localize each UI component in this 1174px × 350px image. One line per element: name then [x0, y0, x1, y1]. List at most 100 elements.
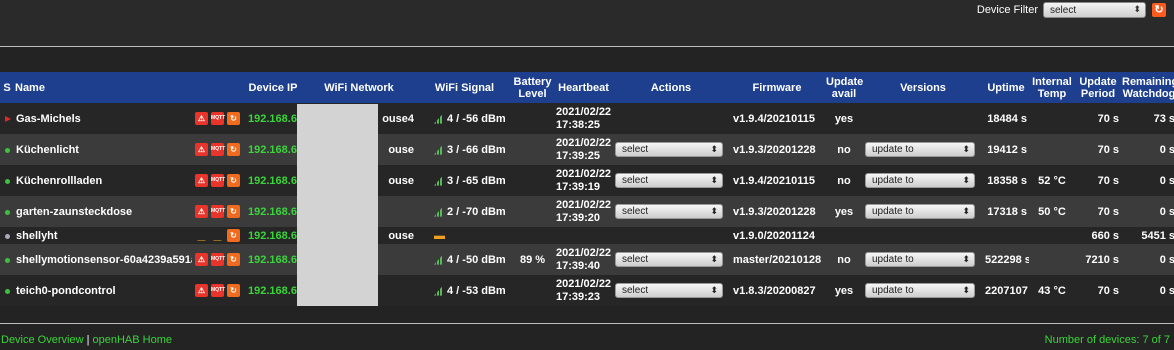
version-select[interactable]: update to ⬍: [865, 142, 975, 157]
internal-temp: [1029, 134, 1075, 165]
col-battery[interactable]: Battery Level: [511, 72, 554, 103]
update-avail: yes: [825, 103, 863, 134]
device-ip[interactable]: 192.168.6: [246, 196, 300, 227]
col-uptime[interactable]: Uptime: [983, 72, 1029, 103]
firmware: v1.9.3/20201228: [729, 196, 825, 227]
alert-icon[interactable]: ⚠: [195, 174, 208, 187]
device-ip[interactable]: 192.168.6: [246, 227, 300, 244]
alert-icon[interactable]: ⚠: [195, 284, 208, 297]
restart-icon[interactable]: ↻: [227, 112, 240, 125]
select-caret-icon: ⬍: [710, 254, 718, 264]
actions-cell: [613, 227, 729, 244]
heartbeat: 2021/02/22 17:38:25: [554, 103, 613, 134]
device-ip[interactable]: 192.168.6: [246, 275, 300, 306]
update-period: 70 s: [1075, 275, 1121, 306]
actions-cell: select ⬍: [613, 134, 729, 165]
col-versions: Versions: [863, 72, 983, 103]
col-temp[interactable]: Internal Temp: [1029, 72, 1075, 103]
table-row: teich0-pondcontrol ⚠ MQTT ↻ 192.168.6 4 / -53…: [0, 275, 1174, 306]
alert-icon[interactable]: ⚠: [195, 253, 208, 266]
action-select[interactable]: select ⬍: [615, 173, 723, 188]
wifi-signal-icon: [434, 285, 443, 296]
wifi-signal: 3 / -66 dBm: [418, 134, 511, 165]
col-ip[interactable]: Device IP: [246, 72, 300, 103]
col-wifi[interactable]: WiFi Network: [300, 72, 418, 103]
restart-icon[interactable]: ↻: [227, 284, 240, 297]
wifi-signal: 3 / -65 dBm: [418, 165, 511, 196]
action-select[interactable]: select ⬍: [615, 252, 723, 267]
mqtt-icon[interactable]: MQTT: [211, 284, 225, 297]
col-s[interactable]: S: [0, 72, 14, 103]
device-ip[interactable]: 192.168.6: [246, 165, 300, 196]
device-icons: ⚠ MQTT ↻: [192, 134, 246, 165]
internal-temp: [1029, 244, 1075, 275]
device-name[interactable]: teich0-pondcontrol: [14, 275, 192, 306]
dash-icon: ▬: [434, 229, 445, 242]
alert-icon[interactable]: ⚠: [195, 205, 208, 218]
footer-links: Device Overview | openHAB Home: [1, 334, 172, 346]
heartbeat-date: 2021/02/22: [556, 277, 612, 290]
device-ip[interactable]: 192.168.6: [246, 134, 300, 165]
device-filter-value: select: [1050, 5, 1077, 16]
restart-icon[interactable]: ↻: [227, 253, 240, 266]
refresh-icon[interactable]: ↻: [1152, 3, 1166, 17]
mqtt-icon[interactable]: MQTT: [211, 174, 225, 187]
col-name[interactable]: Name: [14, 72, 192, 103]
device-name[interactable]: Küchenlicht: [14, 134, 192, 165]
version-select[interactable]: update to ⬍: [865, 173, 975, 188]
col-firmware[interactable]: Firmware: [729, 72, 825, 103]
col-period[interactable]: Update Period: [1075, 72, 1121, 103]
col-icons: [192, 72, 246, 103]
col-update[interactable]: Update avail: [825, 72, 863, 103]
internal-temp: [1029, 227, 1075, 244]
table-row: garten-zaunsteckdose ⚠ MQTT ↻ 192.168.6 2 / -…: [0, 196, 1174, 227]
status-icon: [5, 178, 10, 184]
mqtt-icon[interactable]: MQTT: [211, 143, 225, 156]
mqtt-icon[interactable]: MQTT: [211, 205, 225, 218]
remaining-watchdog: 0 s: [1121, 244, 1174, 275]
versions-cell: update to ⬍: [863, 196, 983, 227]
wifi-signal: 2 / -70 dBm: [418, 196, 511, 227]
internal-temp: 43 °C: [1029, 275, 1075, 306]
action-select[interactable]: select ⬍: [615, 142, 723, 157]
col-heartbeat[interactable]: Heartbeat: [554, 72, 613, 103]
actions-cell: [613, 103, 729, 134]
uptime: 17318 s: [983, 196, 1029, 227]
openhab-home-link[interactable]: openHAB Home: [93, 334, 173, 346]
mqtt-icon[interactable]: MQTT: [211, 112, 225, 125]
restart-icon[interactable]: ↻: [227, 143, 240, 156]
device-name[interactable]: Küchenrollladen: [14, 165, 192, 196]
select-caret-icon: ⬍: [710, 175, 718, 185]
restart-icon[interactable]: ↻: [227, 229, 240, 242]
action-select[interactable]: select ⬍: [615, 204, 723, 219]
restart-icon[interactable]: ↻: [227, 205, 240, 218]
device-name[interactable]: shellymotionsensor-60a4239a591a: [14, 244, 192, 275]
device-filter-select[interactable]: select ⬍: [1043, 2, 1146, 18]
device-icons: _ _ ↻: [192, 227, 246, 244]
device-name[interactable]: shellyht: [14, 227, 192, 244]
device-overview-link[interactable]: Device Overview: [1, 334, 84, 346]
actions-cell: select ⬍: [613, 165, 729, 196]
col-watchdog[interactable]: Remaining Watchdog: [1121, 72, 1174, 103]
firmware: v1.9.4/20210115: [729, 165, 825, 196]
remaining-watchdog: 0 s: [1121, 196, 1174, 227]
wifi-signal-value: 4 / -50 dBm: [447, 253, 506, 266]
restart-icon[interactable]: ↻: [227, 174, 240, 187]
action-select[interactable]: select ⬍: [615, 283, 723, 298]
select-caret-icon: ⬍: [1133, 4, 1141, 14]
device-name[interactable]: garten-zaunsteckdose: [14, 196, 192, 227]
version-select[interactable]: update to ⬍: [865, 204, 975, 219]
device-ip[interactable]: 192.168.6: [246, 244, 300, 275]
mqtt-icon[interactable]: MQTT: [211, 253, 225, 266]
device-name[interactable]: Gas-Michels: [14, 103, 192, 134]
wifi-signal-value: 3 / -66 dBm: [447, 143, 506, 156]
col-signal[interactable]: WiFi Signal: [418, 72, 511, 103]
status-icon: [5, 288, 10, 294]
remaining-watchdog: 5451 s: [1121, 227, 1174, 244]
alert-icon[interactable]: ⚠: [195, 143, 208, 156]
version-select[interactable]: update to ⬍: [865, 252, 975, 267]
alert-icon[interactable]: ⚠: [195, 112, 208, 125]
wifi-signal: 4 / -50 dBm: [418, 244, 511, 275]
device-ip[interactable]: 192.168.6: [246, 103, 300, 134]
version-select[interactable]: update to ⬍: [865, 283, 975, 298]
